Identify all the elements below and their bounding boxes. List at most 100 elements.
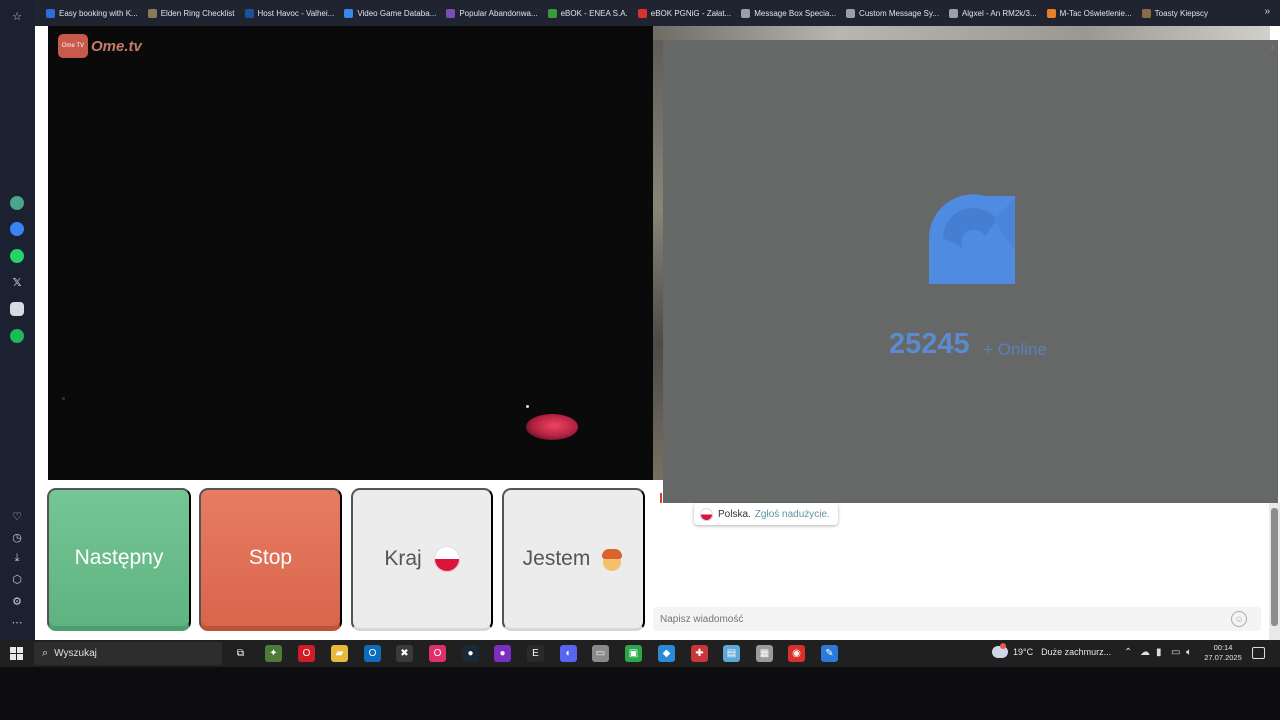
chat-system-message: Polska. Zgłoś nadużycie.	[694, 503, 838, 525]
record-app-icon[interactable]: ◉	[788, 645, 805, 662]
gender-button-label: Jestem	[522, 547, 591, 570]
onedrive-cloud-icon[interactable]: ☁	[1140, 647, 1150, 658]
bookmark-item[interactable]: Algxel - An RM2k/3...	[944, 3, 1042, 23]
bookmark-label: Toasty Kiepscy	[1154, 8, 1209, 18]
minecraft-icon[interactable]: ✖	[396, 645, 413, 662]
windows-start-icon[interactable]	[10, 647, 23, 660]
tray-app-icon[interactable]: ▮	[1156, 647, 1162, 658]
next-button[interactable]: Następny	[47, 488, 191, 631]
x-twitter-icon[interactable]: 𝕏	[9, 274, 25, 290]
heart-icon[interactable]: ♡	[9, 508, 25, 524]
weather-widget[interactable]: 19°C Duże zachmurz...	[992, 643, 1111, 658]
whatsapp-icon[interactable]	[9, 248, 25, 264]
volume-icon[interactable]: 🔈︎	[1186, 647, 1192, 658]
opera-icon[interactable]: O	[298, 645, 315, 662]
bookmark-favicon-icon	[547, 8, 557, 18]
paint-app-icon[interactable]: ✎	[821, 645, 838, 662]
video-speck	[526, 405, 529, 408]
bookmark-item[interactable]: eBOK - ENEA S.A.	[543, 3, 633, 23]
stop-button[interactable]: Stop	[199, 488, 342, 631]
bookmark-label: Message Box Specia...	[754, 8, 837, 18]
video-speck	[62, 397, 65, 400]
opera-gx-icon[interactable]: O	[429, 645, 446, 662]
window-app-icon[interactable]: ▤	[723, 645, 740, 662]
bookmark-item[interactable]: M-Tac Oświetlenie...	[1042, 3, 1137, 23]
messenger-icon[interactable]	[9, 221, 25, 237]
chat-scrollbar[interactable]	[1269, 503, 1280, 640]
scrollbar-thumb[interactable]	[1271, 508, 1278, 626]
bookmark-label: M-Tac Oświetlenie...	[1059, 8, 1132, 18]
bookmark-favicon-icon	[344, 8, 354, 18]
bookmark-label: Video Game Databa...	[357, 8, 437, 18]
taskbar-clock[interactable]: 00:14 27.07.2025	[1200, 643, 1246, 663]
bookmark-item[interactable]: Message Box Specia...	[736, 3, 841, 23]
outlook-icon[interactable]: O	[364, 645, 381, 662]
game-app-icon[interactable]: ✦	[265, 645, 282, 662]
bookmark-item[interactable]: Host Havoc - Valhei...	[240, 3, 340, 23]
bookmark-item[interactable]: Elden Ring Checklist	[143, 3, 240, 23]
history-clock-icon[interactable]: ◷	[9, 529, 25, 545]
gender-button[interactable]: Jestem	[502, 488, 645, 631]
taskbar-search-placeholder: Wyszukaj	[54, 648, 97, 659]
report-abuse-link[interactable]: Zgłoś nadużycie.	[755, 509, 830, 520]
discord-icon[interactable]	[9, 301, 25, 317]
chatgpt-icon[interactable]	[9, 195, 25, 211]
bookmark-item[interactable]: Video Game Databa...	[339, 3, 441, 23]
ometv-chat-logo-icon	[928, 194, 1015, 284]
bookmark-label: eBOK - ENEA S.A.	[560, 8, 628, 18]
country-button[interactable]: Kraj	[351, 488, 493, 631]
epic-games-icon[interactable]: E	[527, 645, 544, 662]
grey-app-icon[interactable]: ▦	[756, 645, 773, 662]
file-explorer-icon[interactable]: ▰	[331, 645, 348, 662]
chat-country: Polska.	[718, 508, 751, 520]
emoji-smiley-icon[interactable]: ☺	[1231, 611, 1247, 627]
bookmark-label: Custom Message Sy...	[859, 8, 939, 18]
download-icon[interactable]: ⤓	[9, 550, 25, 566]
bookmarks-more-icon[interactable]: »	[1264, 6, 1270, 17]
bookmark-item[interactable]: eBOK PGNiG - Załat...	[633, 3, 736, 23]
bookmarks-bar: Easy booking with K... Elden Ring Checkli…	[35, 0, 1280, 26]
bookmark-favicon-icon	[741, 8, 751, 18]
discord-taskbar-icon[interactable]: ◐	[560, 645, 577, 662]
online-label: + Online	[983, 340, 1047, 359]
bookmark-label: Popular Abandonwa...	[459, 8, 538, 18]
star-icon[interactable]: ☆	[9, 8, 25, 24]
ometv-logo[interactable]: Ome TV Ome.tv	[58, 34, 142, 58]
bookmark-favicon-icon	[948, 8, 958, 18]
browser-sidebar: ☆ 𝕏 ♡ ◷ ⤓ ⬡ ⚙ ⋯	[0, 0, 35, 640]
bookmark-favicon-icon	[846, 8, 856, 18]
bookmark-favicon-icon	[1141, 8, 1151, 18]
tray-chevron-up-icon[interactable]: ⌃	[1124, 647, 1132, 658]
bookmark-label: Elden Ring Checklist	[160, 8, 235, 18]
notifications-icon[interactable]	[1252, 647, 1265, 659]
green-app-icon[interactable]: ▣	[625, 645, 642, 662]
screen: ☆ 𝕏 ♡ ◷ ⤓ ⬡ ⚙ ⋯ Easy booking with K... El…	[0, 0, 1280, 720]
logo-text: Ome.tv	[91, 37, 142, 55]
bookmark-item[interactable]: Toasty Kiepscy	[1137, 3, 1213, 23]
bookmark-favicon-icon	[637, 8, 647, 18]
remote-video-top	[653, 26, 1270, 40]
bookmark-item[interactable]: Custom Message Sy...	[841, 3, 944, 23]
spotify-icon[interactable]	[9, 328, 25, 344]
blue-app-icon[interactable]: ◆	[658, 645, 675, 662]
task-view-icon[interactable]: ⧉	[232, 645, 249, 662]
bookmark-item[interactable]: Easy booking with K...	[41, 3, 143, 23]
folder-app-icon[interactable]: ▭	[592, 645, 609, 662]
poland-flag-icon	[433, 546, 460, 572]
red-light-blob	[526, 414, 578, 440]
steam-icon[interactable]: ●	[462, 645, 479, 662]
circle-app-icon[interactable]: ●	[494, 645, 511, 662]
network-icon[interactable]: ▭	[1171, 647, 1180, 658]
bookmark-label: Easy booking with K...	[59, 8, 138, 18]
more-dots-icon[interactable]: ⋯	[9, 614, 25, 630]
chat-message-input[interactable]	[653, 607, 1261, 631]
extensions-cube-icon[interactable]: ⬡	[9, 571, 25, 587]
logo-badge: Ome TV	[58, 34, 88, 58]
settings-gear-icon[interactable]: ⚙	[9, 593, 25, 609]
red-app-icon[interactable]: ✚	[691, 645, 708, 662]
taskbar-search[interactable]: ⌕ Wyszukaj	[34, 642, 222, 665]
scroll-up-icon[interactable]: ▲	[1269, 44, 1277, 52]
local-video: Ome TV Ome.tv	[48, 26, 653, 480]
bookmark-item[interactable]: Popular Abandonwa...	[441, 3, 542, 23]
poland-flag-icon	[700, 507, 713, 521]
